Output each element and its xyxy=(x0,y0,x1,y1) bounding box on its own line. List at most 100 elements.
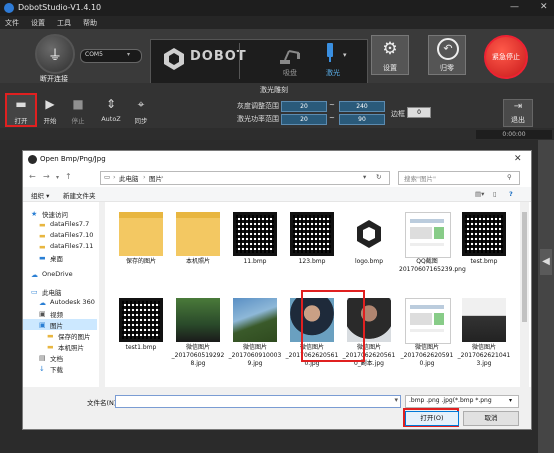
window-title: DobotStudio-V1.4.10 xyxy=(18,3,102,12)
horizontal-scrollbar[interactable] xyxy=(23,387,531,394)
nav-item[interactable]: ▬ 桌面 xyxy=(23,252,97,263)
back-icon[interactable]: ← xyxy=(29,172,36,181)
cancel-button[interactable]: 取消 xyxy=(463,411,519,426)
title-bar: DobotStudio-V1.4.10 — ✕ xyxy=(0,0,554,16)
image-thumbnail xyxy=(233,212,277,256)
power-min-input[interactable]: 20 xyxy=(281,114,327,125)
nav-item[interactable]: ↓ 下载 xyxy=(23,363,97,374)
refresh-icon[interactable]: ↻ xyxy=(376,173,381,181)
file-item[interactable]: 11.bmp xyxy=(227,208,283,292)
nav-item[interactable]: ★ 快速访问 xyxy=(23,208,97,219)
menu-bar: 文件 设置 工具 帮助 xyxy=(0,16,554,29)
nav-item[interactable]: ▬ 本机照片 xyxy=(23,341,97,352)
menu-settings[interactable]: 设置 xyxy=(31,18,45,28)
gray-max-input[interactable]: 240 xyxy=(339,101,385,112)
menu-file[interactable]: 文件 xyxy=(5,18,19,28)
video-icon: ▣ xyxy=(39,310,46,318)
nav-item[interactable]: ▣ 图片 xyxy=(23,319,97,330)
nav-item[interactable]: ▬ dataFiles7.11 xyxy=(23,241,97,252)
nav-scrollbar[interactable] xyxy=(99,202,105,387)
port-value: COM5 xyxy=(85,51,103,58)
chevron-down-icon[interactable]: ▾ xyxy=(363,173,366,181)
chevron-down-icon[interactable]: ▾ xyxy=(394,396,398,404)
document-icon: ▤ xyxy=(39,354,46,362)
start-button[interactable]: ▶ 开始 xyxy=(36,95,64,125)
filetype-select[interactable]: .bmp .png .jpg(*.bmp *.png ▾ xyxy=(405,395,519,408)
scrollbar-thumb[interactable] xyxy=(522,212,527,322)
settings-button[interactable]: ⚙ 设置 xyxy=(371,35,409,75)
robot-arm-icon[interactable] xyxy=(277,46,303,66)
nav-item-label: dataFiles7.10 xyxy=(50,231,94,239)
menu-tools[interactable]: 工具 xyxy=(57,18,71,28)
file-item[interactable]: QQ截图20170607165239.png xyxy=(399,208,466,292)
edge-input[interactable]: 0 xyxy=(407,107,431,118)
file-item[interactable]: test1.bmp xyxy=(113,294,169,378)
laser-label: 激光 xyxy=(326,69,340,77)
image-thumbnail xyxy=(119,298,163,342)
open-file-button[interactable]: 打开(O) xyxy=(405,411,459,426)
minimize-icon[interactable]: — xyxy=(510,2,519,12)
search-input[interactable]: 搜索"图片" ⚲ xyxy=(398,171,520,185)
address-bar[interactable]: ▭ › 此电脑 › 图片 › ▾ ↻ xyxy=(100,171,390,185)
file-item[interactable]: 微信图片_2017062621041 3.jpg xyxy=(456,294,512,378)
nav-item[interactable]: ▬ dataFiles7.10 xyxy=(23,230,97,241)
chevron-right-icon: › xyxy=(143,173,146,181)
filename-input[interactable]: ▾ xyxy=(115,395,401,408)
chevron-right-icon: › xyxy=(161,173,164,181)
recent-dropdown-icon[interactable]: ▾ xyxy=(56,174,59,181)
gray-min-input[interactable]: 20 xyxy=(281,101,327,112)
autoz-label: AutoZ xyxy=(101,115,121,123)
file-item[interactable]: 本机照片 xyxy=(170,208,226,292)
selected-file-highlight xyxy=(301,290,365,362)
nav-item[interactable]: ▬ dataFiles7.7 xyxy=(23,219,97,230)
file-name: QQ截图20170607165239.png xyxy=(399,258,466,273)
file-item[interactable]: 微信图片_2017060910003 9.jpg xyxy=(227,294,283,378)
nav-item[interactable]: ☁ Autodesk 360 xyxy=(23,297,97,308)
up-icon[interactable]: ↑ xyxy=(65,172,72,181)
file-name: test1.bmp xyxy=(125,344,157,351)
file-item[interactable]: 微信图片_2017062620591 0.jpg xyxy=(399,294,455,378)
organize-button[interactable]: 组织 ▾ xyxy=(31,190,49,200)
help-icon[interactable]: ? xyxy=(509,190,513,198)
emergency-stop-button[interactable]: 紧急停止 xyxy=(484,35,528,79)
edge-label: 边框 xyxy=(391,110,405,118)
search-icon: ⚲ xyxy=(507,173,512,181)
port-select[interactable]: COM5 ▾ xyxy=(80,49,142,63)
nav-item[interactable]: ▭ 此电脑 xyxy=(23,286,97,297)
power-max-input[interactable]: 90 xyxy=(339,114,385,125)
laser-dropdown-icon[interactable]: ▾ xyxy=(343,51,347,59)
nav-item[interactable]: ▣ 视频 xyxy=(23,308,97,319)
stop-button[interactable]: ■ 停止 xyxy=(64,95,92,125)
home-button[interactable]: ↶ 归零 xyxy=(428,35,466,75)
file-list-scrollbar[interactable] xyxy=(520,202,529,387)
collapse-arrow-icon[interactable]: ◀ xyxy=(540,249,552,275)
laser-icon[interactable] xyxy=(326,43,334,63)
preview-pane-icon[interactable]: ▯ xyxy=(493,190,497,198)
connect-button[interactable]: ⏚ xyxy=(35,34,75,74)
sync-button[interactable]: ⌖ 同步 xyxy=(127,95,155,125)
file-item[interactable]: 微信图片_2017060519292 8.jpg xyxy=(170,294,226,378)
new-folder-button[interactable]: 新建文件夹 xyxy=(63,190,96,200)
forward-icon[interactable]: → xyxy=(43,172,50,181)
crosshair-icon: ⌖ xyxy=(137,97,145,111)
file-item[interactable]: logo.bmp xyxy=(341,208,397,292)
view-options-icon[interactable]: ▤▾ xyxy=(475,190,484,198)
file-name: 微信图片_2017062620591 0.jpg xyxy=(400,344,454,367)
breadcrumb-pc[interactable]: 此电脑 xyxy=(119,173,139,183)
file-item[interactable]: test.bmp xyxy=(456,208,512,292)
play-icon: ▶ xyxy=(45,97,55,111)
nav-item[interactable]: ▬ 保存的图片 xyxy=(23,330,97,341)
autoz-button[interactable]: ⇕ AutoZ xyxy=(97,95,125,125)
nav-item-label: 下载 xyxy=(50,366,63,374)
dialog-title: Open Bmp/Png/Jpg xyxy=(40,155,106,163)
image-thumbnail xyxy=(176,298,220,342)
file-item[interactable]: 保存的图片 xyxy=(113,208,169,292)
exit-button[interactable]: ⇥ 退出 xyxy=(503,99,533,127)
open-button[interactable]: ▬ 打开 xyxy=(5,93,37,127)
close-icon[interactable]: ✕ xyxy=(540,2,548,12)
close-icon[interactable]: ✕ xyxy=(514,154,522,164)
nav-item[interactable]: ▤ 文档 xyxy=(23,352,97,363)
file-item[interactable]: 123.bmp xyxy=(284,208,340,292)
menu-help[interactable]: 帮助 xyxy=(83,18,97,28)
nav-item[interactable]: ☁ OneDrive xyxy=(23,269,97,280)
